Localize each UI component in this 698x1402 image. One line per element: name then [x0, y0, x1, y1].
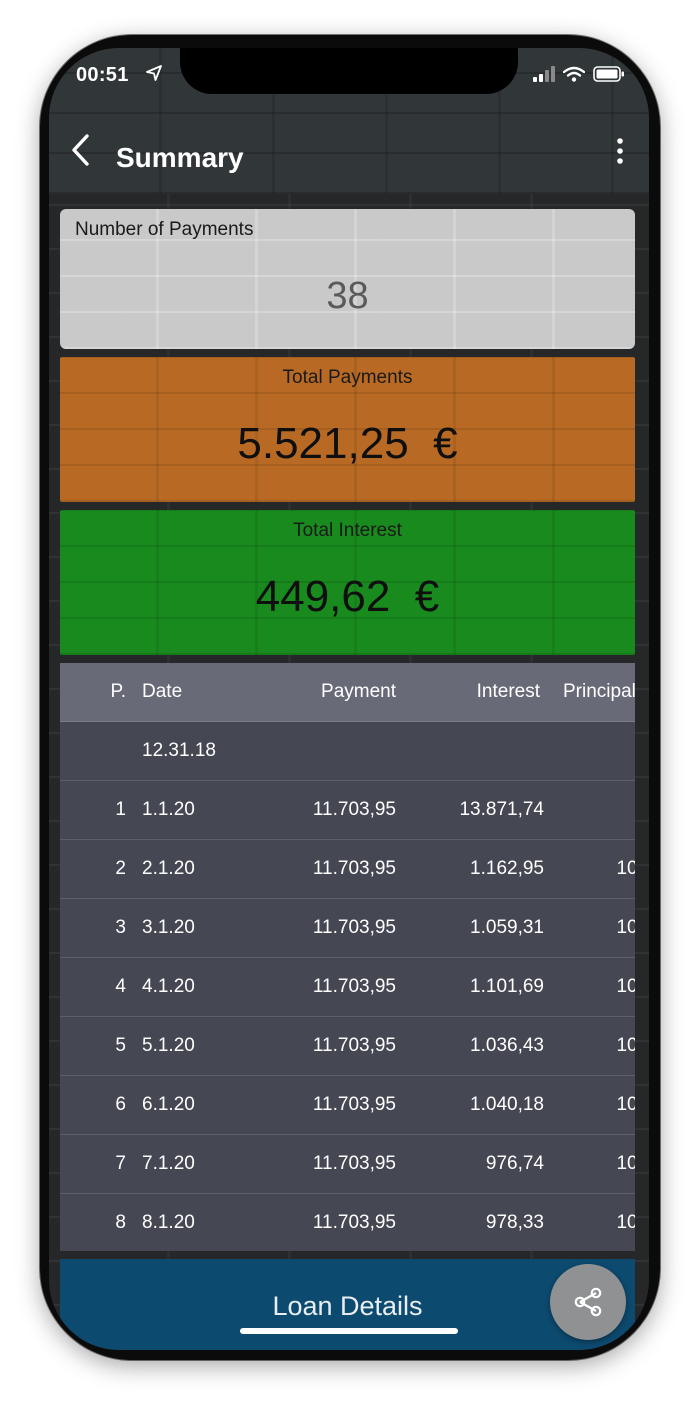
status-time: 00:51: [76, 64, 129, 86]
total-interest-card: Total Interest 449,62 €: [60, 510, 635, 655]
cell-payment: 11.703,95: [312, 1035, 396, 1056]
number-of-payments-value: 38: [326, 275, 369, 317]
cell-date: 12.31.18: [142, 740, 216, 761]
cell-interest: 1.036,43: [470, 1035, 544, 1056]
cell-period: 3: [115, 917, 126, 938]
cell-period: 6: [115, 1094, 126, 1115]
number-of-payments-card: Number of Payments 38: [60, 209, 635, 349]
cell-date: 4.1.20: [142, 976, 195, 997]
column-header-principal: Principal: [563, 681, 635, 702]
cell-date: 3.1.20: [142, 917, 195, 938]
table-row: 8 8.1.20 11.703,95 978,33 10.72: [60, 1194, 635, 1251]
cell-period: 1: [115, 799, 126, 820]
chevron-left-icon: [72, 134, 89, 166]
cell-interest: 1.040,18: [470, 1094, 544, 1115]
app-screen: 00:51 Summary Number of Payments 38 Tota…: [49, 48, 649, 1350]
cell-payment: 11.703,95: [312, 976, 396, 997]
table-row: 6 6.1.20 11.703,95 1.040,18 10.66: [60, 1076, 635, 1135]
cell-date: 8.1.20: [142, 1212, 195, 1233]
cell-interest: 976,74: [485, 1153, 544, 1174]
notch: [180, 48, 518, 94]
location-arrow-icon: [146, 65, 162, 81]
cell-principal: 10.66: [616, 1035, 635, 1056]
table-row: 5 5.1.20 11.703,95 1.036,43 10.66: [60, 1017, 635, 1076]
cell-payment: 11.703,95: [312, 1153, 396, 1174]
cell-interest: 978,33: [485, 1212, 544, 1233]
total-payments-value: 5.521,25 €: [237, 419, 458, 468]
more-menu-button[interactable]: [613, 136, 627, 166]
cell-period: 4: [115, 976, 126, 997]
table-row: 12.31.18: [60, 722, 635, 781]
number-of-payments-label: Number of Payments: [75, 219, 254, 240]
cell-interest: 13.871,74: [459, 799, 544, 820]
cell-period: 7: [115, 1153, 126, 1174]
cell-date: 5.1.20: [142, 1035, 195, 1056]
total-payments-label: Total Payments: [282, 367, 413, 388]
table-row: 7 7.1.20 11.703,95 976,74 10.72: [60, 1135, 635, 1194]
wifi-icon: [563, 66, 585, 82]
cell-interest: 1.059,31: [470, 917, 544, 938]
page-title: Summary: [116, 142, 244, 173]
cell-principal: 10.72: [616, 1153, 635, 1174]
cell-principal: 10.64: [616, 917, 635, 938]
battery-icon: [593, 66, 624, 82]
cell-payment: 11.703,95: [312, 1094, 396, 1115]
cell-payment: 11.703,95: [312, 917, 396, 938]
home-indicator[interactable]: [240, 1328, 458, 1334]
cell-payment: 11.703,95: [312, 858, 396, 879]
cell-period: 5: [115, 1035, 126, 1056]
cell-principal: 10.60: [616, 976, 635, 997]
cell-interest: 1.101,69: [470, 976, 544, 997]
table-row: 1 1.1.20 11.703,95 13.871,74: [60, 781, 635, 840]
cell-date: 6.1.20: [142, 1094, 195, 1115]
share-icon: [574, 1287, 602, 1317]
total-interest-value: 449,62 €: [255, 572, 440, 621]
total-interest-label: Total Interest: [293, 520, 402, 541]
cell-date: 7.1.20: [142, 1153, 195, 1174]
more-vertical-icon: [617, 138, 623, 164]
column-header-interest: Interest: [476, 681, 540, 702]
cell-date: 1.1.20: [142, 799, 195, 820]
cell-principal: 10.72: [616, 1212, 635, 1233]
cell-date: 2.1.20: [142, 858, 195, 879]
cell-period: 8: [115, 1212, 126, 1233]
cell-payment: 11.703,95: [312, 1212, 396, 1233]
column-header-date: Date: [142, 681, 183, 702]
column-header-payment: Payment: [321, 681, 396, 702]
header-bar: 00:51 Summary: [49, 48, 649, 194]
cell-interest: 1.162,95: [470, 858, 544, 879]
back-button[interactable]: [67, 130, 95, 170]
cell-period: 2: [115, 858, 126, 879]
total-payments-card: Total Payments 5.521,25 €: [60, 357, 635, 502]
loan-details-label: Loan Details: [272, 1291, 423, 1321]
share-button[interactable]: [550, 1264, 626, 1340]
status-icons: [533, 66, 625, 82]
amortization-table[interactable]: P. Date Payment Interest Principal 12.31…: [60, 663, 635, 1251]
loan-details-button[interactable]: Loan Details: [60, 1259, 635, 1350]
table-row: 4 4.1.20 11.703,95 1.101,69 10.60: [60, 958, 635, 1017]
table-row: 3 3.1.20 11.703,95 1.059,31 10.64: [60, 899, 635, 958]
cell-payment: 11.703,95: [312, 799, 396, 820]
signal-icon: [533, 66, 555, 82]
table-header: P. Date Payment Interest Principal: [60, 663, 635, 722]
table-row: 2 2.1.20 11.703,95 1.162,95 10.54: [60, 840, 635, 899]
column-header-period: P.: [110, 681, 126, 702]
cell-principal: 10.54: [616, 858, 635, 879]
cell-principal: 10.66: [616, 1094, 635, 1115]
